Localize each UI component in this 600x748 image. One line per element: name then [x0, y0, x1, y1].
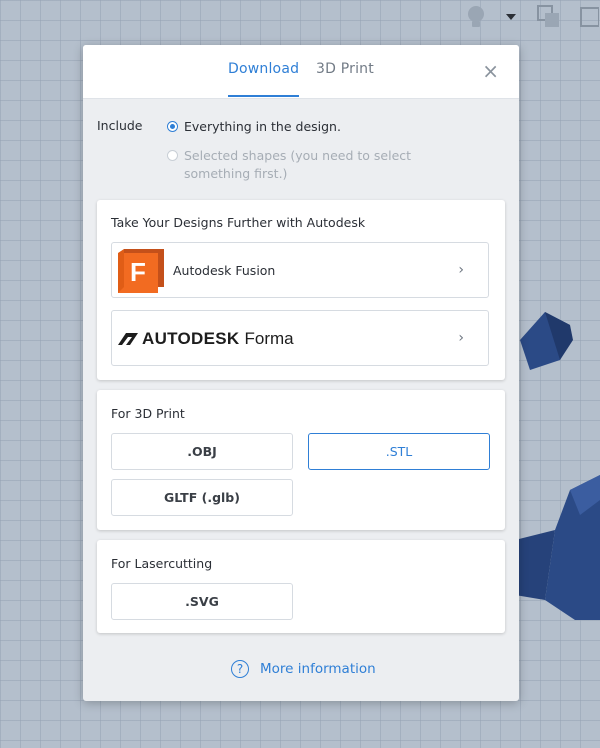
more-information-link[interactable]: ? More information — [231, 660, 376, 678]
export-svg-button[interactable]: .SVG — [111, 583, 293, 620]
autodesk-fusion-label: Autodesk Fusion — [173, 263, 276, 278]
tab-3d-print[interactable]: 3D Print — [316, 61, 374, 77]
chevron-right-icon: › — [458, 262, 464, 278]
autodesk-card: Take Your Designs Further with Autodesk … — [97, 200, 505, 380]
chevron-down-icon — [506, 14, 516, 20]
include-selected-label: Selected shapes (you need to select some… — [184, 148, 412, 181]
lasercutting-card: For Lasercutting .SVG — [97, 540, 505, 633]
tab-download[interactable]: Download — [228, 61, 299, 77]
shapes-grouping-icon — [537, 5, 559, 27]
close-icon[interactable]: × — [482, 61, 499, 81]
more-information-label: More information — [260, 661, 376, 677]
export-stl-button[interactable]: .STL — [308, 433, 490, 470]
active-tab-indicator — [228, 95, 299, 97]
3d-shape-box — [515, 312, 600, 620]
include-everything-option[interactable]: Everything in the design. — [167, 118, 341, 136]
autodesk-brand-text: AUTODESK — [142, 329, 240, 348]
lightbulb-button[interactable] — [462, 2, 490, 32]
3d-print-card: For 3D Print .OBJ .STL GLTF (.glb) — [97, 390, 505, 530]
chevron-right-icon: › — [458, 330, 464, 346]
export-obj-button[interactable]: .OBJ — [111, 433, 293, 470]
lightbulb-icon — [468, 6, 484, 27]
group-button[interactable] — [534, 2, 564, 32]
include-label: Include — [97, 118, 143, 133]
radio-unchecked-icon — [167, 150, 178, 161]
autodesk-forma-logo: AUTODESK Forma — [118, 329, 294, 349]
autodesk-card-title: Take Your Designs Further with Autodesk — [111, 215, 366, 230]
fusion-logo-letter: F — [130, 257, 146, 287]
download-dialog: Download 3D Print × Include Everything i… — [83, 45, 519, 701]
autodesk-fusion-logo-icon: F — [118, 249, 164, 293]
autodesk-forma-link[interactable]: AUTODESK Forma › — [111, 310, 489, 366]
dropdown-button[interactable] — [502, 2, 520, 32]
forma-product-text: Forma — [244, 329, 294, 348]
3d-print-card-title: For 3D Print — [111, 406, 185, 421]
autodesk-fusion-link[interactable]: F Autodesk Fusion › — [111, 242, 489, 298]
include-everything-label: Everything in the design. — [184, 119, 341, 134]
radio-checked-icon[interactable] — [167, 121, 178, 132]
lasercutting-card-title: For Lasercutting — [111, 556, 213, 571]
cube-icon — [580, 7, 599, 27]
include-selected-option: Selected shapes (you need to select some… — [167, 147, 414, 183]
export-gltf-button[interactable]: GLTF (.glb) — [111, 479, 293, 516]
autodesk-logo-icon — [118, 333, 138, 345]
dialog-header: Download 3D Print × — [83, 45, 519, 99]
cube-button[interactable] — [576, 2, 600, 32]
help-icon: ? — [231, 660, 249, 678]
